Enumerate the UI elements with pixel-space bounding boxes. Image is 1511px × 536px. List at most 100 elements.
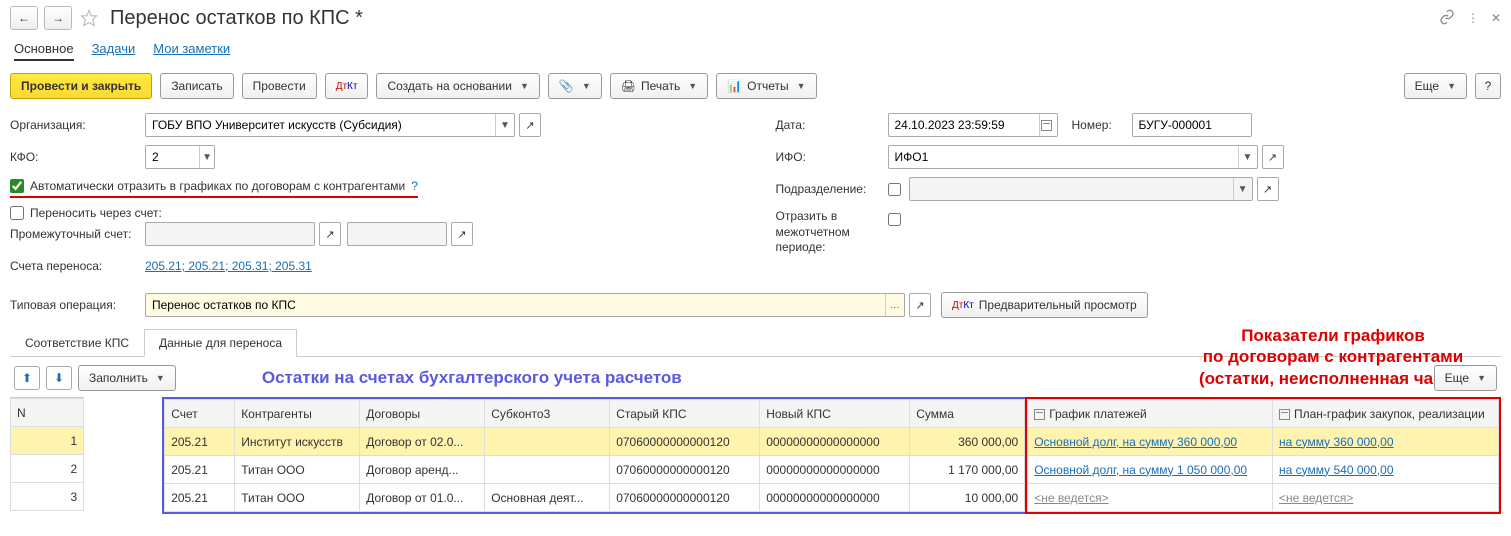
calendar-icon: [1034, 409, 1045, 420]
link-icon[interactable]: [1439, 9, 1455, 28]
number-input-wrap: [1132, 113, 1252, 137]
save-button[interactable]: Записать: [160, 73, 233, 99]
typop-label: Типовая операция:: [10, 298, 145, 312]
help-icon[interactable]: ?: [411, 179, 418, 193]
subdiv-checkbox[interactable]: [888, 183, 901, 196]
post-close-button[interactable]: Провести и закрыть: [10, 73, 152, 99]
interim-input2-wrap: [347, 222, 447, 246]
move-down-button[interactable]: ⬇: [46, 366, 72, 390]
tab-transfer-data[interactable]: Данные для переноса: [144, 329, 297, 357]
fill-button[interactable]: Заполнить▼: [78, 365, 176, 391]
print-button[interactable]: 🖨Печать▼: [610, 73, 708, 99]
arrow-left-icon: ←: [18, 11, 30, 25]
printer-icon: 🖨: [621, 79, 636, 93]
plan-link[interactable]: на сумму 360 000,00: [1279, 435, 1394, 449]
col-plan-graph[interactable]: План-график закупок, реализации: [1273, 400, 1499, 428]
interim-label: Промежуточный счет:: [10, 227, 145, 241]
chevron-down-icon: ▼: [156, 373, 165, 383]
col-sub3[interactable]: Субконто3: [485, 400, 610, 428]
transfer-acc-row: Переносить через счет:: [10, 204, 736, 222]
interim-open1[interactable]: ↗: [319, 222, 341, 246]
report-icon: 📊: [727, 79, 742, 93]
org-input[interactable]: [146, 114, 495, 136]
interim-open2[interactable]: ↗: [451, 222, 473, 246]
tab-more-button[interactable]: Еще▼: [1434, 365, 1497, 391]
plan-link[interactable]: на сумму 540 000,00: [1279, 463, 1394, 477]
more-menu-icon[interactable]: ⋮: [1467, 11, 1479, 25]
reports-button[interactable]: 📊Отчеты▼: [716, 73, 816, 99]
plan-empty: <не ведется>: [1279, 491, 1353, 505]
close-icon[interactable]: ✕: [1491, 11, 1501, 25]
table-row[interactable]: Основной долг, на сумму 360 000,00 на су…: [1028, 428, 1499, 456]
favorite-star-icon[interactable]: [78, 7, 100, 29]
number-input[interactable]: [1133, 114, 1251, 136]
subnav-main[interactable]: Основное: [14, 38, 74, 61]
accounts-link[interactable]: 205.21; 205.21; 205.31; 205.31: [145, 259, 312, 273]
org-label: Организация:: [10, 118, 145, 132]
graph-link[interactable]: Основной долг, на сумму 360 000,00: [1034, 435, 1237, 449]
col-contr[interactable]: Контрагенты: [235, 400, 360, 428]
typop-select-button[interactable]: …: [885, 294, 905, 316]
dtkt-icon: ДтКт: [336, 81, 358, 92]
data-table-container: N 1 2 3 Счет Контрагенты Договоры Субкон…: [10, 397, 1501, 514]
date-cal-button[interactable]: [1039, 114, 1057, 136]
move-up-button[interactable]: ⬆: [14, 366, 40, 390]
col-dog[interactable]: Договоры: [360, 400, 485, 428]
date-label: Дата:: [776, 118, 888, 132]
cell-n[interactable]: 2: [11, 455, 84, 483]
table-row[interactable]: 205.21 Титан ООО Договор от 01.0... Осно…: [165, 484, 1025, 512]
transfer-acc-checkbox[interactable]: [10, 206, 24, 220]
subdiv-dropdown-button[interactable]: ▼: [1233, 178, 1252, 200]
dtkt-button[interactable]: ДтКт: [325, 73, 369, 99]
form-area: Организация: ▼ ↗ КФО: ▼ Автоматически от…: [10, 113, 1501, 286]
cell-n[interactable]: 1: [11, 427, 84, 455]
transfer-acc-label: Переносить через счет:: [30, 206, 162, 220]
table-row[interactable]: <не ведется> <не ведется>: [1028, 484, 1499, 512]
interperiod-checkbox[interactable]: [888, 213, 901, 226]
nav-back-button[interactable]: ←: [10, 6, 38, 30]
col-account[interactable]: Счет: [165, 400, 235, 428]
kfo-label: КФО:: [10, 150, 145, 164]
col-old-kps[interactable]: Старый КПС: [610, 400, 760, 428]
chevron-down-icon: ▼: [520, 81, 529, 91]
ifo-input[interactable]: [889, 146, 1238, 168]
col-new-kps[interactable]: Новый КПС: [760, 400, 910, 428]
typop-input[interactable]: [146, 294, 885, 316]
post-button[interactable]: Провести: [242, 73, 317, 99]
subdiv-open-button[interactable]: ↗: [1257, 177, 1279, 201]
number-label: Номер:: [1072, 118, 1132, 132]
calendar-icon: [1041, 120, 1052, 131]
col-sum[interactable]: Сумма: [910, 400, 1025, 428]
cell-n[interactable]: 3: [11, 483, 84, 511]
table-row[interactable]: 205.21 Институт искусств Договор от 02.0…: [165, 428, 1025, 456]
tab-kps-match[interactable]: Соответствие КПС: [10, 329, 144, 357]
kfo-dropdown-button[interactable]: ▼: [199, 146, 214, 168]
org-open-button[interactable]: ↗: [519, 113, 541, 137]
table-row[interactable]: 205.21 Титан ООО Договор аренд... 070600…: [165, 456, 1025, 484]
subnav-notes[interactable]: Мои заметки: [153, 38, 230, 61]
graph-link[interactable]: Основной долг, на сумму 1 050 000,00: [1034, 463, 1247, 477]
arrow-down-icon: ⬇: [54, 371, 64, 385]
create-based-button[interactable]: Создать на основании▼: [376, 73, 539, 99]
more-button[interactable]: Еще▼: [1404, 73, 1467, 99]
auto-graph-checkbox[interactable]: [10, 179, 24, 193]
chevron-down-icon: ▼: [797, 81, 806, 91]
help-button[interactable]: ?: [1475, 73, 1501, 99]
typop-open-button[interactable]: ↗: [909, 293, 931, 317]
ifo-open-button[interactable]: ↗: [1262, 145, 1284, 169]
chevron-down-icon: ▼: [582, 81, 591, 91]
subdiv-input: [910, 178, 1233, 200]
date-input[interactable]: [889, 114, 1039, 136]
nav-forward-button[interactable]: →: [44, 6, 72, 30]
subnav-tasks[interactable]: Задачи: [92, 38, 136, 61]
table-row[interactable]: Основной долг, на сумму 1 050 000,00 на …: [1028, 456, 1499, 484]
annotation-blue: Остатки на счетах бухгалтерского учета р…: [262, 368, 682, 388]
table-n-col: N 1 2 3: [10, 397, 84, 514]
attach-button[interactable]: 📎▼: [548, 73, 602, 99]
ifo-dropdown-button[interactable]: ▼: [1238, 146, 1257, 168]
typop-input-wrap: …: [145, 293, 905, 317]
kfo-input[interactable]: [146, 146, 199, 168]
preview-button[interactable]: ДтКт Предварительный просмотр: [941, 292, 1148, 318]
org-dropdown-button[interactable]: ▼: [495, 114, 514, 136]
col-graph-pay[interactable]: График платежей: [1028, 400, 1273, 428]
